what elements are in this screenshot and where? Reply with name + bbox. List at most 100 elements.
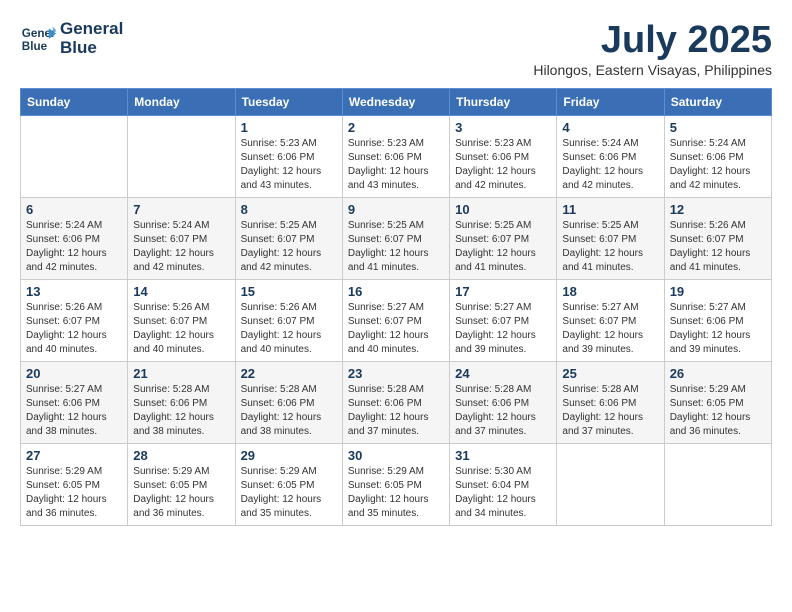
calendar-cell [128, 115, 235, 197]
day-info: Sunrise: 5:25 AM Sunset: 6:07 PM Dayligh… [562, 219, 658, 275]
column-header-tuesday: Tuesday [235, 88, 342, 115]
day-info: Sunrise: 5:28 AM Sunset: 6:06 PM Dayligh… [348, 383, 444, 439]
day-info: Sunrise: 5:24 AM Sunset: 6:06 PM Dayligh… [670, 137, 766, 193]
day-info: Sunrise: 5:27 AM Sunset: 6:07 PM Dayligh… [348, 301, 444, 357]
month-year-title: July 2025 [533, 20, 772, 62]
day-number: 4 [562, 120, 658, 135]
calendar-cell: 15Sunrise: 5:26 AM Sunset: 6:07 PM Dayli… [235, 279, 342, 361]
day-info: Sunrise: 5:29 AM Sunset: 6:05 PM Dayligh… [348, 465, 444, 521]
calendar-cell: 9Sunrise: 5:25 AM Sunset: 6:07 PM Daylig… [342, 197, 449, 279]
day-number: 8 [241, 202, 337, 217]
title-block: July 2025 Hilongos, Eastern Visayas, Phi… [533, 20, 772, 78]
calendar-cell: 3 Sunrise: 5:23 AM Sunset: 6:06 PM Daylig… [450, 115, 557, 197]
day-number: 2 [348, 120, 444, 135]
day-info: Sunrise: 5:27 AM Sunset: 6:07 PM Dayligh… [562, 301, 658, 357]
column-header-thursday: Thursday [450, 88, 557, 115]
day-info: Sunrise: 5:30 AM Sunset: 6:04 PM Dayligh… [455, 465, 551, 521]
day-number: 7 [133, 202, 229, 217]
column-header-saturday: Saturday [664, 88, 771, 115]
calendar-cell: 7 Sunrise: 5:24 AM Sunset: 6:07 PM Daylig… [128, 197, 235, 279]
day-info: Sunrise: 5:25 AM Sunset: 6:07 PM Dayligh… [241, 219, 337, 275]
calendar-cell: 21 Sunrise: 5:28 AM Sunset: 6:06 PM Dayli… [128, 361, 235, 443]
day-number: 26 [670, 366, 766, 381]
calendar-cell [557, 443, 664, 525]
calendar-cell: 26Sunrise: 5:29 AM Sunset: 6:05 PM Dayli… [664, 361, 771, 443]
day-info: Sunrise: 5:28 AM Sunset: 6:06 PM Dayligh… [562, 383, 658, 439]
day-info: Sunrise: 5:23 AM Sunset: 6:06 PM Dayligh… [455, 137, 551, 193]
page-header: General Blue General Blue July 2025 Hilo… [20, 20, 772, 78]
logo-text: General [60, 20, 123, 39]
calendar-cell: 18 Sunrise: 5:27 AM Sunset: 6:07 PM Dayli… [557, 279, 664, 361]
day-info: Sunrise: 5:28 AM Sunset: 6:06 PM Dayligh… [133, 383, 229, 439]
day-number: 20 [26, 366, 122, 381]
day-number: 22 [241, 366, 337, 381]
day-info: Sunrise: 5:26 AM Sunset: 6:07 PM Dayligh… [26, 301, 122, 357]
day-info: Sunrise: 5:23 AM Sunset: 6:06 PM Dayligh… [348, 137, 444, 193]
calendar-cell: 1 Sunrise: 5:23 AM Sunset: 6:06 PM Daylig… [235, 115, 342, 197]
day-number: 3 [455, 120, 551, 135]
day-number: 29 [241, 448, 337, 463]
day-number: 18 [562, 284, 658, 299]
day-number: 1 [241, 120, 337, 135]
calendar-table: SundayMondayTuesdayWednesdayThursdayFrid… [20, 88, 772, 526]
day-number: 10 [455, 202, 551, 217]
day-number: 12 [670, 202, 766, 217]
calendar-cell: 22 Sunrise: 5:28 AM Sunset: 6:06 PM Dayli… [235, 361, 342, 443]
calendar-cell: 29 Sunrise: 5:29 AM Sunset: 6:05 PM Dayli… [235, 443, 342, 525]
day-info: Sunrise: 5:26 AM Sunset: 6:07 PM Dayligh… [133, 301, 229, 357]
day-number: 23 [348, 366, 444, 381]
svg-text:Blue: Blue [22, 39, 48, 52]
day-number: 25 [562, 366, 658, 381]
column-header-monday: Monday [128, 88, 235, 115]
day-number: 24 [455, 366, 551, 381]
calendar-cell: 12 Sunrise: 5:26 AM Sunset: 6:07 PM Dayli… [664, 197, 771, 279]
calendar-cell: 30Sunrise: 5:29 AM Sunset: 6:05 PM Dayli… [342, 443, 449, 525]
day-info: Sunrise: 5:29 AM Sunset: 6:05 PM Dayligh… [241, 465, 337, 521]
day-info: Sunrise: 5:26 AM Sunset: 6:07 PM Dayligh… [670, 219, 766, 275]
calendar-cell: 31 Sunrise: 5:30 AM Sunset: 6:04 PM Dayli… [450, 443, 557, 525]
calendar-cell: 8 Sunrise: 5:25 AM Sunset: 6:07 PM Daylig… [235, 197, 342, 279]
calendar-cell: 20 Sunrise: 5:27 AM Sunset: 6:06 PM Dayli… [21, 361, 128, 443]
day-number: 17 [455, 284, 551, 299]
day-number: 13 [26, 284, 122, 299]
day-info: Sunrise: 5:23 AM Sunset: 6:06 PM Dayligh… [241, 137, 337, 193]
day-info: Sunrise: 5:25 AM Sunset: 6:07 PM Dayligh… [455, 219, 551, 275]
day-info: Sunrise: 5:27 AM Sunset: 6:07 PM Dayligh… [455, 301, 551, 357]
calendar-cell: 11 Sunrise: 5:25 AM Sunset: 6:07 PM Dayli… [557, 197, 664, 279]
day-number: 15 [241, 284, 337, 299]
day-info: Sunrise: 5:27 AM Sunset: 6:06 PM Dayligh… [26, 383, 122, 439]
calendar-cell: 2 Sunrise: 5:23 AM Sunset: 6:06 PM Daylig… [342, 115, 449, 197]
calendar-cell [21, 115, 128, 197]
column-header-friday: Friday [557, 88, 664, 115]
calendar-cell: 6 Sunrise: 5:24 AM Sunset: 6:06 PM Daylig… [21, 197, 128, 279]
day-info: Sunrise: 5:24 AM Sunset: 6:07 PM Dayligh… [133, 219, 229, 275]
calendar-cell: 4 Sunrise: 5:24 AM Sunset: 6:06 PM Daylig… [557, 115, 664, 197]
column-header-wednesday: Wednesday [342, 88, 449, 115]
column-header-sunday: Sunday [21, 88, 128, 115]
calendar-cell: 17 Sunrise: 5:27 AM Sunset: 6:07 PM Dayli… [450, 279, 557, 361]
day-number: 19 [670, 284, 766, 299]
day-number: 6 [26, 202, 122, 217]
day-info: Sunrise: 5:24 AM Sunset: 6:06 PM Dayligh… [26, 219, 122, 275]
calendar-cell: 19 Sunrise: 5:27 AM Sunset: 6:06 PM Dayli… [664, 279, 771, 361]
day-number: 21 [133, 366, 229, 381]
calendar-cell [664, 443, 771, 525]
day-info: Sunrise: 5:24 AM Sunset: 6:06 PM Dayligh… [562, 137, 658, 193]
calendar-cell: 27 Sunrise: 5:29 AM Sunset: 6:05 PM Dayli… [21, 443, 128, 525]
day-info: Sunrise: 5:27 AM Sunset: 6:06 PM Dayligh… [670, 301, 766, 357]
calendar-cell: 5 Sunrise: 5:24 AM Sunset: 6:06 PM Daylig… [664, 115, 771, 197]
logo-icon: General Blue [20, 21, 56, 57]
day-info: Sunrise: 5:28 AM Sunset: 6:06 PM Dayligh… [241, 383, 337, 439]
day-number: 28 [133, 448, 229, 463]
calendar-cell: 23 Sunrise: 5:28 AM Sunset: 6:06 PM Dayli… [342, 361, 449, 443]
day-number: 5 [670, 120, 766, 135]
day-info: Sunrise: 5:29 AM Sunset: 6:05 PM Dayligh… [133, 465, 229, 521]
logo-subtext: Blue [60, 39, 123, 58]
day-number: 27 [26, 448, 122, 463]
location-subtitle: Hilongos, Eastern Visayas, Philippines [533, 62, 772, 78]
day-number: 11 [562, 202, 658, 217]
calendar-cell: 25 Sunrise: 5:28 AM Sunset: 6:06 PM Dayli… [557, 361, 664, 443]
day-info: Sunrise: 5:29 AM Sunset: 6:05 PM Dayligh… [26, 465, 122, 521]
day-number: 31 [455, 448, 551, 463]
calendar-cell: 16Sunrise: 5:27 AM Sunset: 6:07 PM Dayli… [342, 279, 449, 361]
